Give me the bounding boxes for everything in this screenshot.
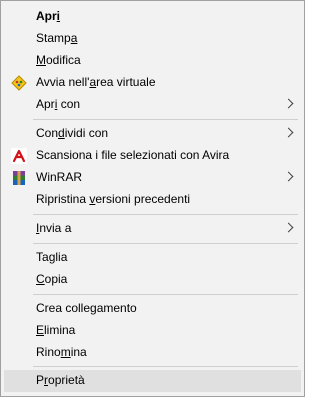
menu-item-condividi-con[interactable]: Condividi con xyxy=(4,123,301,145)
chevron-right-icon xyxy=(283,222,294,233)
menu-item-avvia-area-virtuale[interactable]: Avvia nell'area virtuale xyxy=(4,72,301,94)
menu-item-label: Taglia xyxy=(36,250,68,264)
menu-item-winrar[interactable]: WinRAR xyxy=(4,167,301,189)
menu-item-copia[interactable]: Copia xyxy=(4,269,301,291)
menu-item-label: Proprietà xyxy=(36,373,85,387)
context-menu: Apri Stampa Modifica Avvia nell'area vir… xyxy=(0,0,305,397)
menu-item-ripristina-versioni[interactable]: Ripristina versioni precedenti xyxy=(4,189,301,211)
avira-icon xyxy=(11,148,27,164)
menu-item-rinomina[interactable]: Rinomina xyxy=(4,342,301,364)
menu-item-elimina[interactable]: Elimina xyxy=(4,320,301,342)
separator xyxy=(33,366,298,367)
separator xyxy=(33,119,298,120)
menu-item-label: WinRAR xyxy=(36,170,83,184)
menu-item-proprieta[interactable]: Proprietà xyxy=(4,370,301,392)
menu-item-label: Crea collegamento xyxy=(36,301,137,315)
separator xyxy=(33,214,298,215)
menu-item-modifica[interactable]: Modifica xyxy=(4,50,301,72)
menu-item-taglia[interactable]: Taglia xyxy=(4,247,301,269)
chevron-right-icon xyxy=(283,127,294,138)
menu-item-label: Modifica xyxy=(36,53,81,67)
menu-item-scansiona-avira[interactable]: Scansiona i file selezionati con Avira xyxy=(4,145,301,167)
menu-item-label: Stampa xyxy=(36,31,78,45)
menu-item-label: Rinomina xyxy=(36,345,87,359)
menu-item-apri[interactable]: Apri xyxy=(4,6,301,28)
menu-item-label: Scansiona i file selezionati con Avira xyxy=(36,148,230,162)
menu-item-crea-collegamento[interactable]: Crea collegamento xyxy=(4,298,301,320)
menu-item-label: Avvia nell'area virtuale xyxy=(36,75,156,89)
menu-item-label: Ripristina versioni precedenti xyxy=(36,192,191,206)
menu-item-label: Apri xyxy=(36,9,61,23)
menu-item-apri-con[interactable]: Apri con xyxy=(4,94,301,116)
menu-item-label: Elimina xyxy=(36,323,76,337)
separator xyxy=(33,243,298,244)
menu-item-stampa[interactable]: Stampa xyxy=(4,28,301,50)
menu-item-invia-a[interactable]: Invia a xyxy=(4,218,301,240)
menu-item-label: Condividi con xyxy=(36,126,109,140)
separator xyxy=(33,294,298,295)
virtual-area-icon xyxy=(11,75,27,91)
chevron-right-icon xyxy=(283,98,294,109)
menu-item-label: Invia a xyxy=(36,221,72,235)
menu-item-label: Apri con xyxy=(36,97,81,111)
menu-item-label: Copia xyxy=(36,272,68,286)
chevron-right-icon xyxy=(283,171,294,182)
winrar-icon xyxy=(11,170,27,186)
